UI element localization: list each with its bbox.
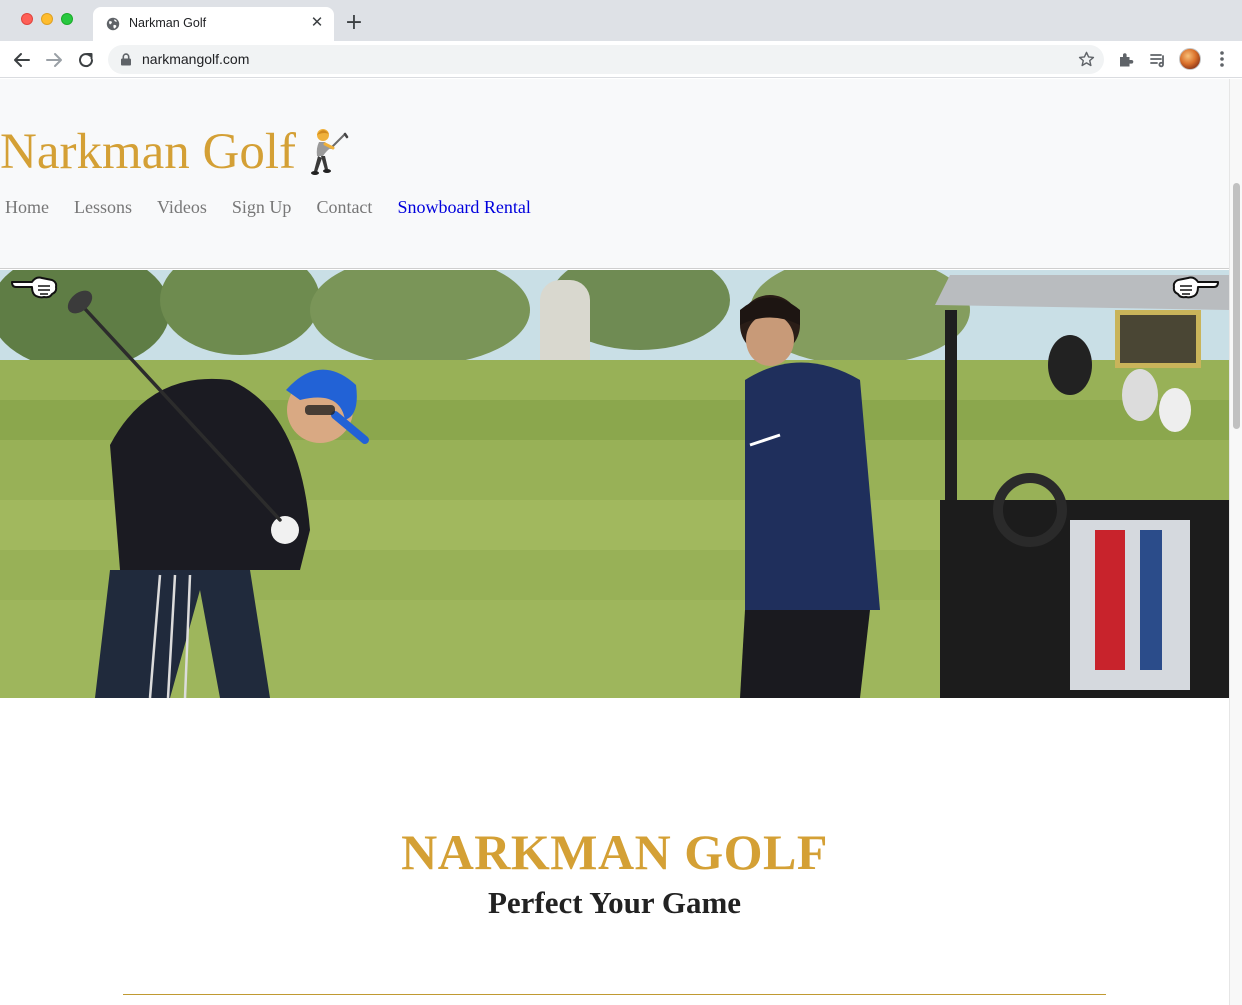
hero-carousel (0, 270, 1229, 698)
site-header: Narkman Golf Home Lessons Videos Sign Up… (0, 79, 1229, 269)
nav-snowboard-rental[interactable]: Snowboard Rental (397, 197, 530, 218)
address-bar[interactable]: narkmangolf.com (108, 45, 1104, 74)
more-options-icon[interactable] (1214, 49, 1230, 69)
window-close-button[interactable] (21, 13, 33, 25)
page-viewport: Narkman Golf Home Lessons Videos Sign Up… (0, 79, 1229, 1005)
nav-contact[interactable]: Contact (316, 197, 372, 218)
media-queue-icon[interactable] (1148, 50, 1168, 70)
new-tab-button[interactable]: + (344, 12, 364, 34)
window-maximize-button[interactable] (61, 13, 73, 25)
bookmark-star-icon[interactable] (1077, 50, 1096, 69)
lock-icon[interactable] (120, 53, 132, 66)
globe-icon (106, 17, 120, 31)
scrollbar-thumb[interactable] (1233, 183, 1240, 429)
page-scrollbar[interactable] (1229, 79, 1242, 1005)
intro-section: NARKMAN GOLF Perfect Your Game (0, 698, 1229, 1005)
nav-sign-up[interactable]: Sign Up (232, 197, 292, 218)
close-tab-icon[interactable]: ✕ (309, 15, 325, 31)
nav-lessons[interactable]: Lessons (74, 197, 132, 218)
url-text[interactable]: narkmangolf.com (142, 51, 249, 67)
back-arrow-icon[interactable] (11, 49, 33, 71)
tab-title: Narkman Golf (129, 16, 207, 30)
main-nav: Home Lessons Videos Sign Up Contact Snow… (5, 197, 556, 218)
reload-icon[interactable] (75, 49, 97, 71)
pointing-left-hand-icon[interactable] (10, 270, 58, 300)
browser-tab-bar: Narkman Golf ✕ + (0, 0, 1242, 41)
nav-home[interactable]: Home (5, 197, 49, 218)
pointing-right-hand-icon[interactable] (1172, 270, 1220, 300)
window-minimize-button[interactable] (41, 13, 53, 25)
section-divider (123, 994, 1106, 995)
extensions-puzzle-icon[interactable] (1116, 50, 1136, 70)
hero-image (0, 270, 1229, 698)
tagline: Perfect Your Game (487, 885, 742, 920)
nav-videos[interactable]: Videos (157, 197, 207, 218)
site-brand[interactable]: Narkman Golf (0, 123, 296, 181)
page-title: NARKMAN GOLF (401, 824, 828, 880)
browser-toolbar: narkmangolf.com (0, 41, 1242, 78)
profile-avatar[interactable] (1179, 48, 1201, 70)
forward-arrow-icon[interactable] (43, 49, 65, 71)
golfer-icon (311, 129, 349, 175)
browser-tab-active[interactable]: Narkman Golf ✕ (93, 7, 334, 41)
